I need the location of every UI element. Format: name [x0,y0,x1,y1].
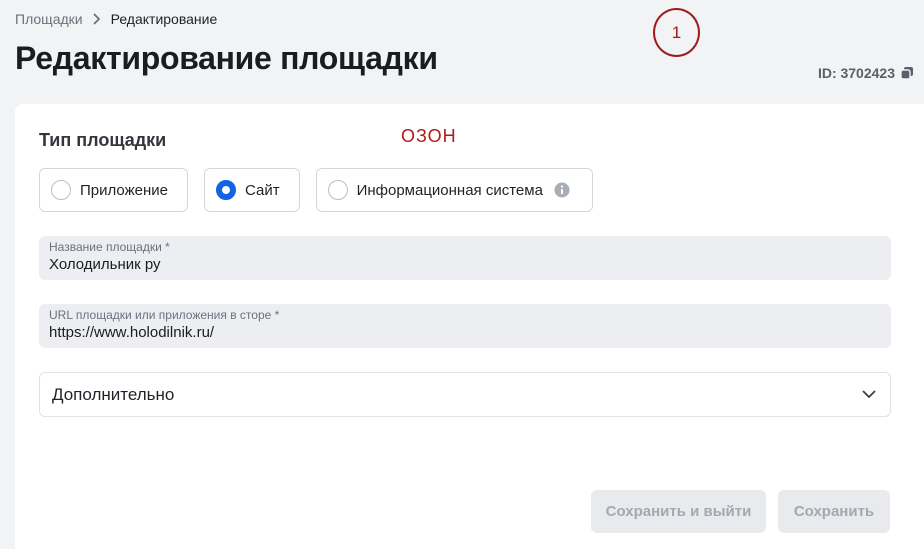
platform-url-field[interactable]: URL площадки или приложения в сторе * ht… [39,304,891,348]
radio-button[interactable] [51,180,71,200]
platform-url-value[interactable]: https://www.holodilnik.ru/ [49,323,881,343]
additional-accordion-label: Дополнительно [52,384,175,404]
radio-button-checked[interactable] [215,180,236,200]
platform-name-label: Название площадки * [49,240,170,254]
additional-accordion[interactable]: Дополнительно [39,372,891,417]
breadcrumb-item-platforms[interactable]: Площадки [15,11,83,27]
annotation-note: ОЗОН [401,126,457,146]
breadcrumb-item-current: Редактирование [110,11,218,27]
annotation-circle: 1 [653,8,700,57]
radio-option-label: Приложение [80,181,168,199]
platform-type-radio-group: Приложение Сайт Информационная система [39,168,593,212]
radio-option-app[interactable]: Приложение [39,168,188,212]
radio-option-info-system[interactable]: Информационная система [315,168,593,212]
page: Площадки Редактирование Редактирование п… [0,0,924,549]
edit-platform-card: Тип площадки ОЗОН Приложение Сайт Информ… [15,104,924,549]
info-icon[interactable] [554,182,570,198]
platform-type-label: Тип площадки [39,130,167,150]
radio-option-label: Информационная система [356,181,543,199]
platform-name-field[interactable]: Название площадки * Холодильник ру [39,236,891,280]
radio-option-label: Сайт [244,181,280,199]
breadcrumb: Площадки Редактирование [15,11,217,27]
annotation-number: 1 [671,22,682,42]
platform-name-value[interactable]: Холодильник ру [49,255,881,275]
platform-id-label: ID: 3702423 [817,65,895,81]
platform-id: ID: 3702423 [818,65,914,81]
radio-button[interactable] [327,180,348,200]
platform-url-label: URL площадки или приложения в сторе * [49,308,280,322]
page-title: Редактирование площадки [15,40,438,76]
radio-option-site[interactable]: Сайт [203,168,300,212]
save-and-exit-button[interactable]: Сохранить и выйти [591,490,766,533]
chevron-right-icon [93,13,101,25]
save-button[interactable]: Сохранить [778,490,890,533]
copy-icon[interactable] [900,66,914,80]
chevron-down-icon [862,390,876,399]
